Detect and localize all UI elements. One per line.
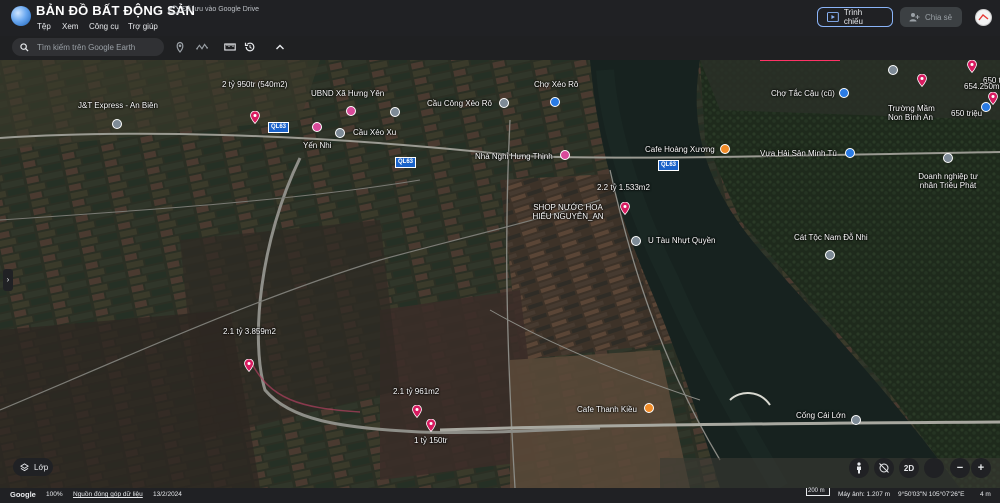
menu-file[interactable]: Tệp — [37, 22, 51, 31]
poi-icon[interactable] — [888, 65, 898, 75]
place-label[interactable]: Trường Mầm Non Bình An — [888, 104, 948, 122]
present-label: Trình chiếu — [843, 8, 863, 26]
avatar[interactable] — [975, 9, 992, 26]
measure-icon[interactable] — [196, 41, 208, 53]
poi-icon[interactable] — [560, 150, 570, 160]
shop-icon[interactable] — [550, 97, 560, 107]
save-status: Đã lưu vào Google Drive — [182, 6, 260, 13]
shop-icon[interactable] — [839, 88, 849, 98]
price-label[interactable]: 2.1 tỷ 3.859m2 — [223, 327, 276, 336]
place-label[interactable]: Doanh nghiệp tư nhân Triều Phát — [918, 172, 978, 190]
poi-icon[interactable] — [943, 153, 953, 163]
road-shield[interactable]: QL63 — [395, 157, 417, 168]
cloud-icon — [168, 5, 180, 14]
scale-label: 200 m — [808, 488, 825, 494]
zoom-in-button[interactable]: + — [971, 458, 991, 478]
road-shield[interactable]: QL63 — [268, 122, 290, 133]
place-label[interactable]: Chợ Xẻo Rô — [534, 80, 578, 89]
place-label[interactable]: J&T Express - An Biên — [78, 101, 158, 110]
compass-icon — [930, 464, 938, 472]
coordinates: 9°50'03"N 105°07'26"E — [898, 491, 965, 498]
google-earth-logo-icon[interactable] — [11, 6, 31, 26]
history-icon[interactable] — [244, 41, 256, 53]
layers-icon — [20, 462, 29, 471]
place-label[interactable]: Cafe Hoàng Xương — [645, 145, 715, 154]
property-pin-icon[interactable] — [620, 202, 630, 215]
search-icon — [20, 42, 29, 52]
layers-label: Lớp — [34, 462, 49, 472]
price-label[interactable]: 2.2 tỷ 1.533m2 — [597, 183, 650, 192]
data-sources-link[interactable]: Nguồn đóng góp dữ liệu — [73, 491, 143, 498]
app-header: BẢN ĐỒ BẤT ĐỘNG SẢN Đã lưu vào Google Dr… — [0, 0, 1000, 36]
place-label[interactable]: Cầu Xẻo Xu — [353, 128, 396, 137]
poi-icon[interactable] — [312, 122, 322, 132]
price-label[interactable]: 2.1 tỷ 961m2 — [393, 387, 439, 396]
layers-button[interactable]: Lớp — [13, 458, 53, 476]
pegman-icon — [857, 462, 861, 474]
google-logo: Google — [10, 490, 36, 499]
share-person-icon — [909, 13, 920, 22]
poi-icon[interactable] — [631, 236, 641, 246]
property-pin-icon[interactable] — [967, 60, 977, 73]
poi-icon[interactable] — [851, 415, 861, 425]
compass-button[interactable] — [924, 458, 944, 478]
present-button[interactable]: Trình chiếu — [817, 7, 893, 27]
pegman-button[interactable] — [849, 458, 869, 478]
place-label[interactable]: Cống Cái Lớn — [796, 411, 846, 420]
no-tilt-icon — [879, 463, 889, 473]
property-pin-icon[interactable] — [244, 359, 254, 372]
menu-help[interactable]: Trợ giúp — [128, 22, 158, 31]
poi-icon[interactable] — [825, 250, 835, 260]
price-label[interactable]: 2 tỷ 950tr (540m2) — [222, 80, 287, 89]
search-box[interactable] — [12, 38, 164, 56]
presentation-icon — [827, 12, 839, 22]
place-label[interactable]: Cầu Công Xẻo Rô — [427, 99, 492, 108]
elevation: 4 m — [980, 491, 991, 498]
property-pin-icon[interactable] — [988, 92, 998, 105]
place-label[interactable]: Cafe Thanh Kiều — [577, 405, 637, 414]
chevron-up-icon[interactable] — [274, 41, 286, 53]
cafe-icon[interactable] — [720, 144, 730, 154]
imagery-date: 13/2/2024 — [153, 491, 182, 498]
price-label[interactable]: 650 triệu — [951, 109, 982, 118]
price-label[interactable]: 1 tỷ 150tr — [414, 436, 447, 445]
price-label[interactable]: 654.250m2 — [964, 82, 1000, 91]
satellite-imagery — [0, 60, 1000, 488]
search-input[interactable] — [35, 41, 159, 53]
share-label: Chia sẻ — [925, 12, 953, 22]
property-pin-icon[interactable] — [917, 74, 927, 87]
property-pin-icon[interactable] — [250, 111, 260, 124]
place-label[interactable]: Vựa Hải Sản Minh Tú — [760, 149, 837, 158]
place-label[interactable]: SHOP NƯỚC HOA HIẾU NGUYỄN_AN — [528, 203, 608, 221]
menu-view[interactable]: Xem — [62, 22, 78, 31]
menu-tools[interactable]: Công cụ — [89, 22, 119, 31]
sidebar-toggle[interactable]: › — [3, 269, 13, 291]
poi-icon[interactable] — [845, 148, 855, 158]
camera-altitude: Máy ảnh: 1.207 m — [838, 491, 891, 498]
property-pin-icon[interactable] — [412, 405, 422, 418]
poi-icon[interactable] — [112, 119, 122, 129]
zoom-out-button[interactable]: − — [950, 458, 970, 478]
view-2d-button[interactable]: 2D — [899, 458, 919, 478]
poi-icon[interactable] — [335, 128, 345, 138]
place-label[interactable]: UBND Xã Hưng Yên — [311, 89, 384, 98]
place-label[interactable]: Yến Nhi — [303, 141, 331, 150]
ruler-icon[interactable] — [224, 41, 236, 53]
poi-icon[interactable] — [390, 107, 400, 117]
place-label[interactable]: Cát Tộc Nam Đỗ Nhi — [794, 233, 868, 242]
place-label[interactable]: Nhà Nghỉ Hưng Thịnh — [475, 152, 553, 161]
place-label[interactable]: Chợ Tắc Cậu (cũ) — [771, 89, 835, 98]
share-button[interactable]: Chia sẻ — [900, 7, 962, 27]
place-label[interactable]: U Tàu Nhựt Quyền — [648, 236, 715, 245]
tilt-button[interactable] — [874, 458, 894, 478]
satellite-map[interactable]: QL63 QL63 QL63 2 tỷ 950tr (540m2) 2.2 tỷ… — [0, 60, 1000, 488]
property-pin-icon[interactable] — [426, 419, 436, 432]
status-bar: Google 100% Nguồn đóng góp dữ liệu 13/2/… — [0, 488, 1000, 503]
poi-icon[interactable] — [346, 106, 356, 116]
location-pin-icon[interactable] — [174, 41, 186, 53]
road-shield[interactable]: QL63 — [658, 160, 680, 171]
cafe-icon[interactable] — [644, 403, 654, 413]
poi-icon[interactable] — [499, 98, 509, 108]
zoom-level: 100% — [46, 491, 63, 498]
